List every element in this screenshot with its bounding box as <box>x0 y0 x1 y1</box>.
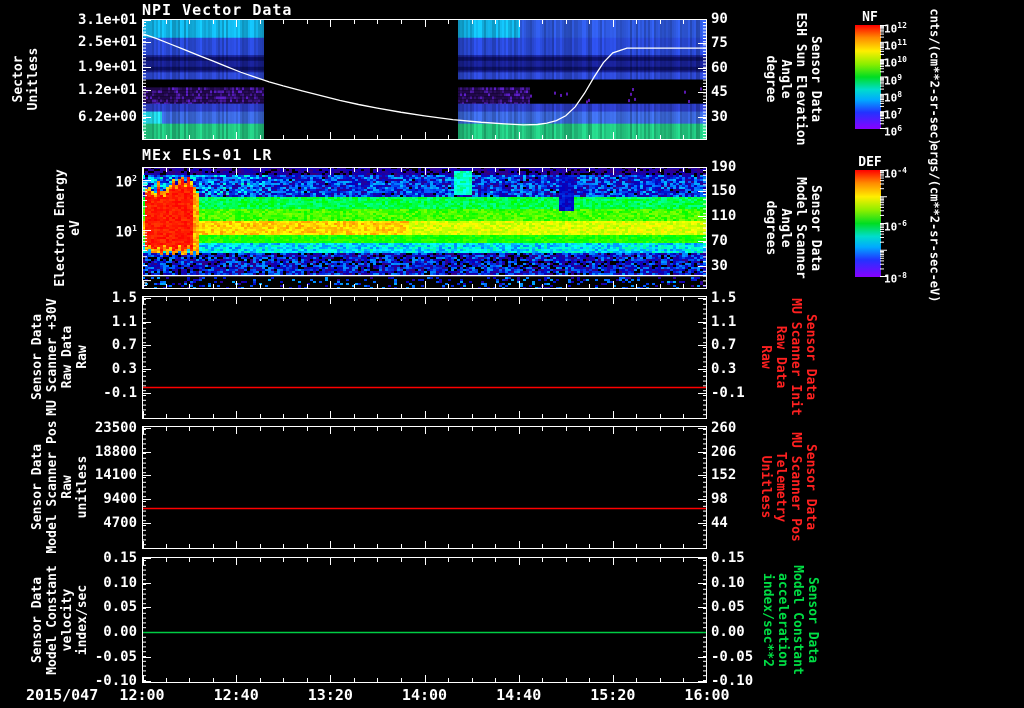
panel3-ytick-left: 1.1 <box>111 313 137 330</box>
panel3-ytick-left: 1.5 <box>111 289 137 306</box>
panel4-ytick-right: 206 <box>711 443 737 460</box>
nf-colorbar-unit: cnts/(cm**2-sr-sec) <box>927 8 942 146</box>
def-colorbar-tick: 10-6 <box>884 218 907 234</box>
panel4-ytick-left: 9400 <box>103 491 137 508</box>
date-label: 2015/047 <box>26 686 99 704</box>
nf-colorbar-tick: 106 <box>884 124 903 139</box>
nf-colorbar-tick: 107 <box>884 106 903 122</box>
panel1-ytick-left: 1.9e+01 <box>77 59 137 76</box>
panel1-ytick-right: 60 <box>711 60 728 76</box>
panel4-ytick-left: 4700 <box>103 515 137 532</box>
panel2-ytick-right: 150 <box>711 183 737 200</box>
panel1-ytick-right: 45 <box>711 83 728 100</box>
nf-colorbar-tick: 1010 <box>884 55 907 70</box>
time-tick-label: 14:40 <box>496 686 542 704</box>
panel5-ytick-right: 0.10 <box>711 574 745 591</box>
panel2-ytick-left: 101 <box>115 223 137 241</box>
panel4-ylabel: Sensor Data Model Scanner Pos Raw unitle… <box>30 420 90 554</box>
panel1-ytick-left: 3.1e+01 <box>77 11 137 28</box>
panel2-ytick-right: 190 <box>711 159 737 175</box>
panel5-ytick-right: -0.05 <box>711 648 754 665</box>
scanner-pos-panel <box>142 426 707 549</box>
mu-scanner-30v-panel <box>142 296 707 419</box>
panel2-ytick-left: 102 <box>115 174 137 191</box>
panel1-ytick-right: 30 <box>711 109 728 125</box>
panel3-ytick-right: -0.1 <box>711 385 745 402</box>
time-tick-label: 14:00 <box>401 686 448 704</box>
panel5-ytick-left: 0.05 <box>103 599 137 616</box>
plot-page: NPI Vector Data MEx ELS-01 LR NF DEF cnt… <box>0 0 1024 708</box>
panel5-ytick-right: 0.15 <box>711 550 745 567</box>
panel2-title: MEx ELS-01 LR <box>142 146 273 164</box>
panel5-ytick-right: 0.00 <box>711 623 745 640</box>
nf-colorbar-tick: 108 <box>884 89 903 105</box>
panel3-ytick-left: -0.1 <box>103 385 137 402</box>
panel5-right-label: Sensor Data Model Constant acceleration … <box>760 565 820 675</box>
panel1-ylabel: Sector Unitless <box>11 47 41 111</box>
def-colorbar-tick: 10-4 <box>884 166 907 181</box>
panel1-ytick-left: 2.5e+01 <box>77 33 137 50</box>
panel1-ytick-left: 6.2e+00 <box>77 109 137 125</box>
panel1-title: NPI Vector Data <box>142 1 293 19</box>
panel3-ytick-right: 0.3 <box>711 361 737 378</box>
panel3-ytick-left: 0.7 <box>111 337 137 354</box>
panel1-ytick-right: 90 <box>711 11 728 27</box>
time-tick-label: 12:40 <box>213 686 259 704</box>
panel3-ytick-right: 1.5 <box>711 289 737 306</box>
model-constant-velocity-panel <box>142 557 707 683</box>
panel4-ytick-left: 18800 <box>94 443 137 460</box>
panel3-right-label: Sensor Data MU Scanner Init Raw Data Raw <box>758 298 818 416</box>
panel4-ytick-right: 44 <box>711 515 728 532</box>
nf-colorbar-tick: 1012 <box>884 21 907 36</box>
panel1-ytick-right: 75 <box>711 34 728 51</box>
panel5-ytick-right: 0.05 <box>711 599 745 616</box>
time-tick-label: 12:00 <box>119 686 165 704</box>
def-colorbar-unit: ergs/(cm**2-sr-sec-eV) <box>927 143 942 303</box>
time-tick-label: 15:20 <box>590 686 636 704</box>
panel5-ytick-left: -0.05 <box>94 648 137 665</box>
panel4-ytick-right: 152 <box>711 467 737 484</box>
panel1-ytick-left: 1.2e+01 <box>77 82 137 99</box>
panel3-ytick-right: 0.7 <box>711 337 737 354</box>
panel5-ytick-left: 0.10 <box>103 574 137 591</box>
panel2-ytick-right: 110 <box>711 208 737 225</box>
els-spectrogram <box>142 167 707 289</box>
panel4-ytick-right: 98 <box>711 491 728 508</box>
panel5-ytick-left: 0.00 <box>103 623 137 640</box>
panel2-ytick-right: 70 <box>711 232 728 249</box>
panel2-ytick-right: 30 <box>711 257 728 274</box>
panel4-ytick-left: 23500 <box>94 419 137 436</box>
time-tick-label: 13:20 <box>307 686 353 704</box>
nf-colorbar-tick: 109 <box>884 72 903 88</box>
panel1-right-label: Sensor Data ESH Sun Elevation Angle degr… <box>763 12 823 146</box>
panel2-right-label: Sensor Data Model Scanner Angle degrees <box>763 177 823 279</box>
nf-colorbar-tick: 1011 <box>884 38 907 53</box>
panel4-ytick-right: 260 <box>711 419 737 436</box>
npi-vector-spectrogram <box>142 19 707 140</box>
time-tick-label: 16:00 <box>684 686 730 704</box>
panel4-right-label: Sensor Data MU Scanner Pos Telemetry Uni… <box>758 432 818 542</box>
panel5-ytick-left: 0.15 <box>103 550 137 567</box>
panel4-ytick-left: 14100 <box>94 467 137 484</box>
panel3-ytick-right: 1.1 <box>711 313 737 330</box>
panel3-ytick-left: 0.3 <box>111 361 137 378</box>
def-colorbar-tick: 10-8 <box>884 271 907 286</box>
